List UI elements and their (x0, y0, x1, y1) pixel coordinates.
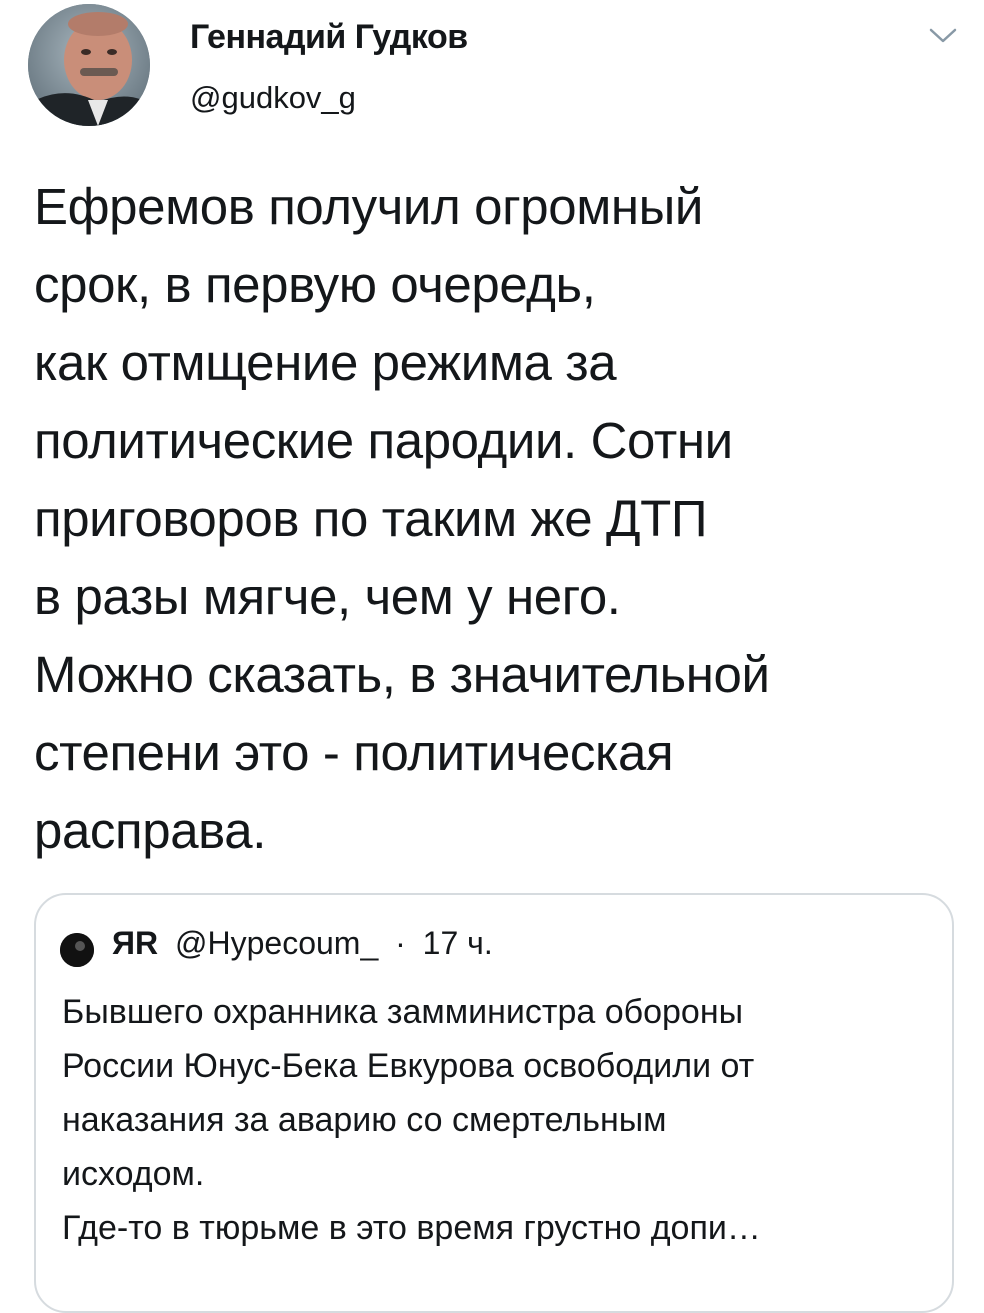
quoted-author-name: ЯR (112, 925, 159, 961)
quoted-text-line: России Юнус-Бека Евкурова освободили от (62, 1047, 755, 1085)
tweet-text: Ефремов получил огромный срок, в первую … (34, 168, 964, 870)
quoted-separator: · (395, 925, 406, 961)
quoted-timestamp: 17 ч. (422, 925, 493, 961)
tweet-text-line: срок, в первую очередь, (34, 256, 596, 313)
tweet: Геннадий Гудков @gudkov_g Ефремов получи… (0, 0, 984, 1313)
quoted-text-line: Бывшего охранника замминистра обороны (62, 993, 744, 1031)
quoted-tweet-header: ЯR @Hypecoum_ · 17 ч. (112, 925, 493, 962)
quoted-author-handle: @Hypecoum_ (175, 925, 379, 961)
quoted-text-line: наказания за аварию со смертельным (62, 1101, 667, 1139)
quoted-tweet-card[interactable]: ЯR @Hypecoum_ · 17 ч. Бывшего охранника … (34, 893, 954, 1313)
tweet-text-line: политические пародии. Сотни (34, 412, 733, 469)
tweet-text-line: Ефремов получил огромный (34, 178, 703, 235)
tweet-text-line: степени это - политическая (34, 724, 674, 781)
quoted-text-line: исходом. (62, 1155, 205, 1193)
tweet-text-line: расправа. (34, 802, 267, 859)
tweet-text-line: Можно сказать, в значительной (34, 646, 770, 703)
quoted-avatar (60, 933, 94, 967)
quoted-text-line: Где-то в тюрьме в это время грустно допи… (62, 1209, 761, 1247)
author-handle[interactable]: @gudkov_g (190, 80, 356, 116)
tweet-text-line: как отмщение режима за (34, 334, 617, 391)
quoted-tweet-text: Бывшего охранника замминистра обороны Ро… (62, 985, 942, 1255)
author-name[interactable]: Геннадий Гудков (190, 18, 468, 57)
tweet-text-line: в разы мягче, чем у него. (34, 568, 621, 625)
author-avatar[interactable] (28, 4, 150, 126)
tweet-text-line: приговоров по таким же ДТП (34, 490, 708, 547)
chevron-down-icon[interactable] (928, 26, 958, 46)
